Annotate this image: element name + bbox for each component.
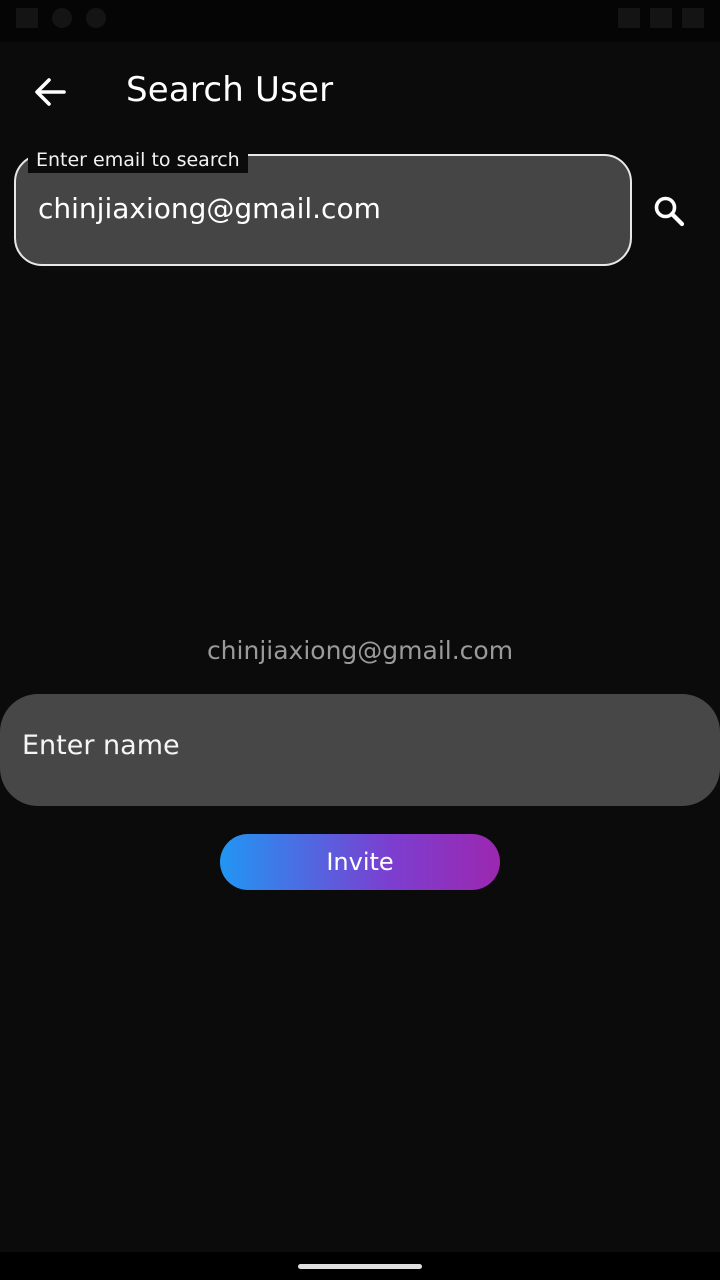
name-field[interactable]: Enter name [0,694,720,806]
battery-icon [682,8,704,28]
search-button[interactable] [640,184,698,238]
email-search-field[interactable]: Enter email to search [14,147,634,266]
invite-button-label: Invite [326,848,394,876]
invite-button[interactable]: Invite [220,834,500,890]
page-title: Search User [126,70,334,110]
result-email: chinjiaxiong@gmail.com [206,636,514,665]
wifi-icon [618,8,640,28]
home-gesture-handle[interactable] [298,1264,422,1269]
email-search-input[interactable] [38,192,618,225]
notification-icon [52,8,72,28]
name-input-placeholder[interactable]: Enter name [22,730,682,761]
status-bar [0,0,720,42]
status-time-placeholder [16,8,38,28]
status-left [16,8,106,28]
search-user-screen: Search User Enter email to search chinji… [0,0,720,1280]
sync-icon [86,8,106,28]
arrow-left-icon [35,78,66,106]
back-button[interactable] [22,66,78,118]
navigation-bar [0,1252,720,1280]
search-icon [654,196,685,227]
status-right [618,8,704,28]
app-bar: Search User [0,42,720,142]
email-search-label: Enter email to search [28,147,248,173]
signal-icon [650,8,672,28]
